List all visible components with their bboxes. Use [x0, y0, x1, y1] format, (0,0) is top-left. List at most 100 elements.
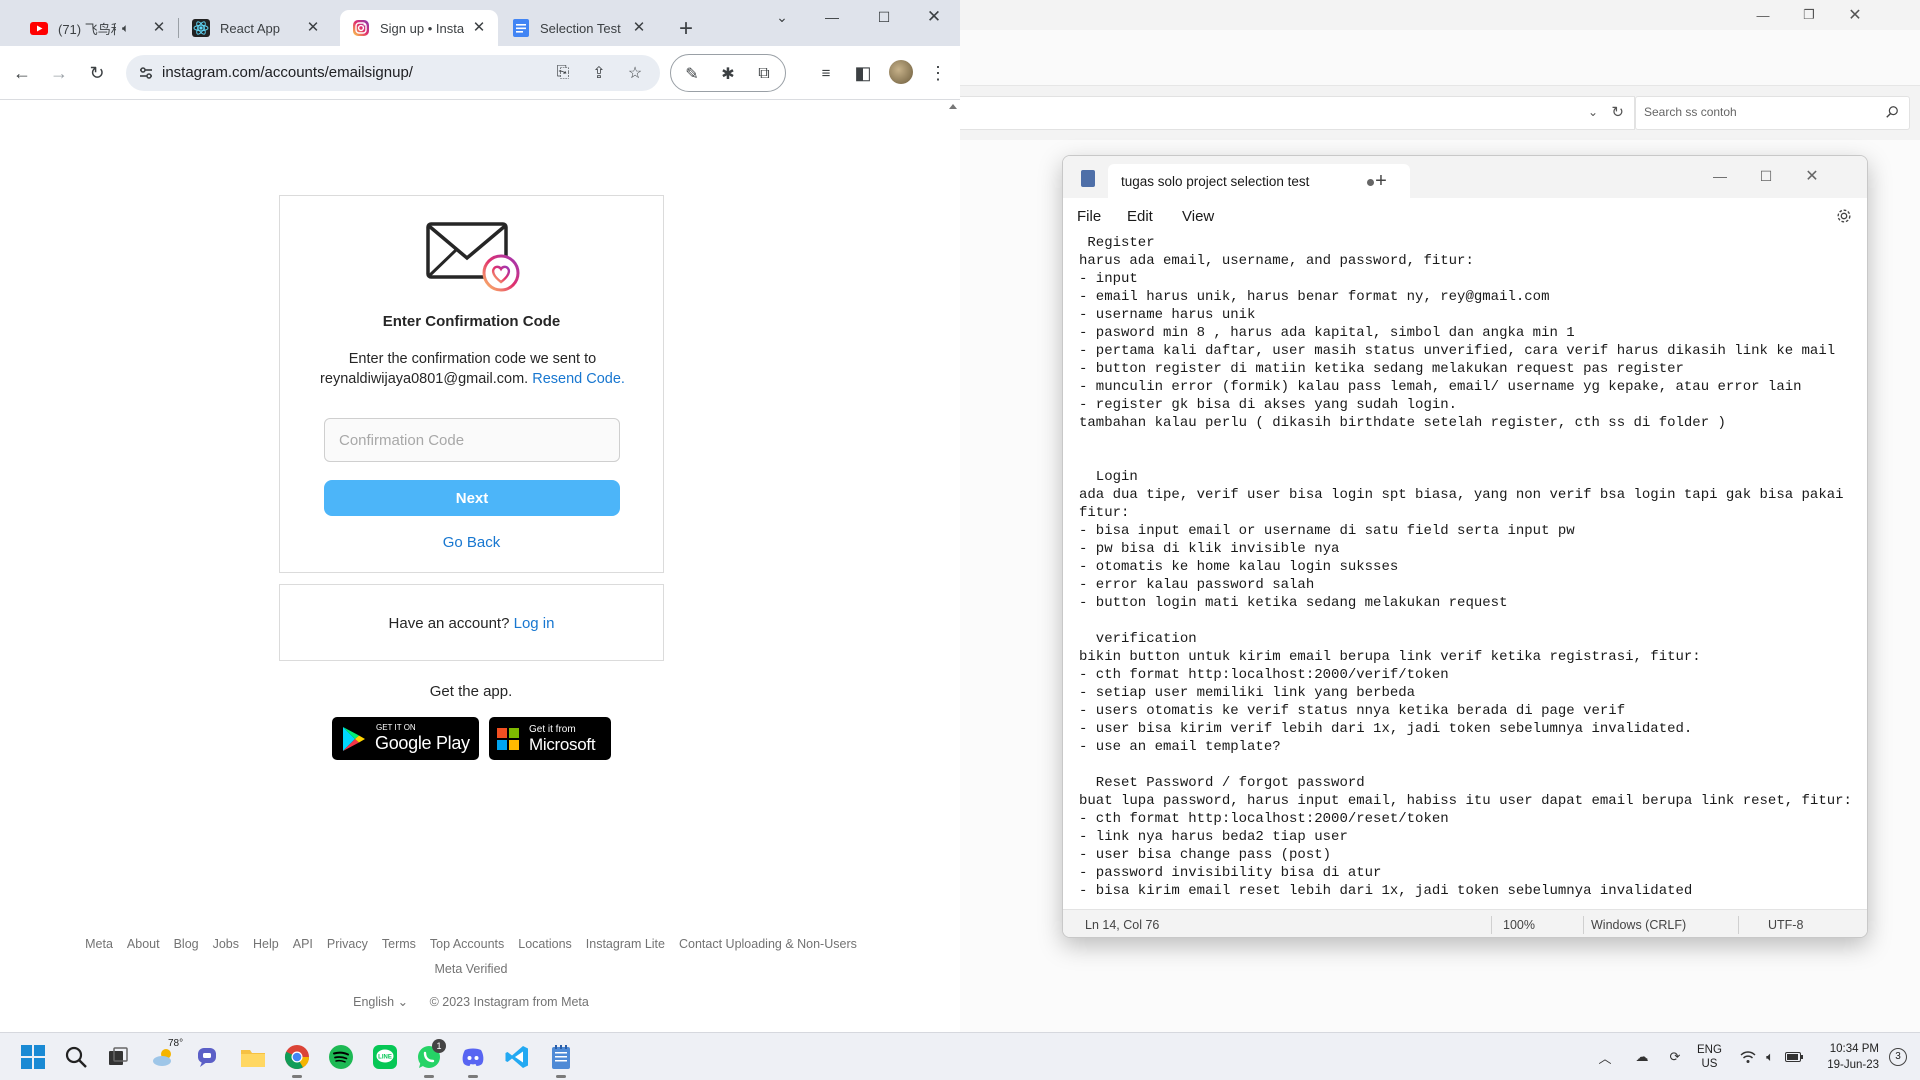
reload-button[interactable]: ↻	[83, 59, 111, 87]
microsoft-big-text: Microsoft	[529, 735, 596, 754]
explorer-address-bar[interactable]: ⌄ ↻	[960, 96, 1635, 130]
maximize-button[interactable]: ☐	[858, 0, 910, 34]
instagram-icon	[352, 19, 370, 37]
back-button[interactable]: ←	[8, 59, 36, 87]
next-button[interactable]: Next	[324, 480, 620, 516]
refresh-icon[interactable]: ↻	[1611, 103, 1624, 121]
footer-link[interactable]: Terms	[382, 937, 416, 951]
volume-icon[interactable]: 🔈︎	[1760, 1047, 1780, 1067]
address-bar[interactable]: instagram.com/accounts/emailsignup/ ⎘ ⇪ …	[126, 55, 660, 91]
notepad-tab[interactable]: tugas solo project selection test	[1108, 164, 1410, 198]
footer-link[interactable]: Contact Uploading & Non-Users	[679, 937, 857, 951]
restore-button[interactable]: ❐	[1786, 0, 1832, 30]
clock[interactable]: 10:34 PM 19-Jun-23	[1817, 1041, 1879, 1073]
microsoft-badge[interactable]: Get it from Microsoft	[489, 717, 611, 760]
eyedropper-extension-icon[interactable]: ✎	[681, 63, 703, 85]
media-control-icon[interactable]: ≡	[812, 59, 840, 87]
minimize-button[interactable]: —	[806, 0, 858, 34]
input-language-indicator[interactable]: ENG US	[1697, 1043, 1722, 1071]
bookmark-star-icon[interactable]: ☆	[624, 62, 646, 84]
chrome-menu-icon[interactable]: ⋮	[924, 59, 952, 87]
weather-widget[interactable]: 78°	[148, 1038, 183, 1073]
tab-label: React App	[220, 20, 280, 36]
footer-link[interactable]: Instagram Lite	[586, 937, 665, 951]
notepad-taskbar-button[interactable]	[545, 1041, 577, 1078]
extensions-puzzle-icon[interactable]: ⧉	[753, 63, 775, 85]
onedrive-cloud-icon[interactable]: ☁	[1632, 1047, 1652, 1067]
minimize-button[interactable]: —	[1740, 0, 1786, 30]
start-button[interactable]	[17, 1041, 49, 1073]
notepad-text-area[interactable]: Register harus ada email, username, and …	[1079, 234, 1859, 899]
line-app-button[interactable]: LINE	[369, 1041, 401, 1073]
footer-link[interactable]: About	[127, 937, 160, 951]
footer-link[interactable]: Privacy	[327, 937, 368, 951]
taskbar-search-button[interactable]	[60, 1041, 92, 1073]
maximize-button[interactable]: ☐	[1743, 162, 1789, 190]
confirmation-code-input[interactable]	[324, 418, 620, 462]
google-play-badge[interactable]: GET IT ON Google Play	[332, 717, 479, 760]
chevron-down-icon[interactable]: ⌄	[1588, 105, 1598, 119]
docs-icon	[512, 19, 530, 37]
wifi-icon[interactable]	[1738, 1047, 1758, 1067]
close-button[interactable]: ✕	[1789, 162, 1835, 190]
scroll-up-arrow-icon[interactable]	[949, 104, 957, 109]
vscode-button[interactable]	[501, 1041, 533, 1073]
discord-button[interactable]	[457, 1041, 489, 1078]
language-select[interactable]: English ⌄	[353, 995, 408, 1009]
url-text[interactable]: instagram.com/accounts/emailsignup/	[162, 64, 413, 81]
site-info-icon[interactable]	[134, 61, 158, 85]
footer-link[interactable]: API	[293, 937, 313, 951]
install-app-icon[interactable]: ⎘	[552, 62, 574, 84]
minimize-button[interactable]: —	[1697, 162, 1743, 190]
footer-link[interactable]: Meta	[85, 937, 113, 951]
close-icon[interactable]: ✕	[470, 19, 488, 37]
language-code: ENG	[1697, 1044, 1722, 1056]
explorer-search[interactable]	[1635, 96, 1910, 130]
task-view-icon	[109, 1047, 128, 1065]
close-icon[interactable]: ✕	[304, 19, 322, 37]
close-button[interactable]: ✕	[1832, 0, 1878, 30]
tab-react-app[interactable]: React App ✕	[180, 10, 332, 46]
side-panel-icon[interactable]: ◧	[849, 59, 877, 87]
chrome-taskbar-button[interactable]	[281, 1041, 313, 1078]
whatsapp-button[interactable]: 1	[413, 1039, 446, 1078]
page-title: Enter Confirmation Code	[382, 313, 561, 330]
bug-extension-icon[interactable]: ✱	[717, 63, 739, 85]
menu-view[interactable]: View	[1182, 208, 1214, 225]
tab-youtube[interactable]: (71) 飞鸟和 🔈︎ ✕	[18, 10, 178, 46]
page-scrollbar[interactable]	[947, 100, 960, 1032]
teams-chat-button[interactable]	[192, 1041, 224, 1073]
menu-edit[interactable]: Edit	[1127, 208, 1153, 225]
footer-link[interactable]: Locations	[518, 937, 572, 951]
footer-link[interactable]: Top Accounts	[430, 937, 504, 951]
go-back-link[interactable]: Go Back	[280, 534, 663, 551]
new-tab-button[interactable]: +	[1367, 169, 1395, 193]
close-icon[interactable]: ✕	[150, 19, 168, 37]
footer-link[interactable]: Blog	[174, 937, 199, 951]
close-icon[interactable]: ✕	[630, 19, 648, 37]
battery-icon[interactable]	[1784, 1047, 1804, 1067]
gear-icon[interactable]	[1835, 207, 1853, 225]
close-button[interactable]: ✕	[908, 0, 960, 34]
footer-link[interactable]: Jobs	[213, 937, 239, 951]
speaker-icon[interactable]: 🔈︎	[122, 21, 129, 36]
spotify-button[interactable]	[325, 1041, 357, 1073]
forward-button[interactable]: →	[45, 59, 73, 87]
footer-link[interactable]: Help	[253, 937, 279, 951]
new-tab-button[interactable]: +	[670, 14, 702, 46]
sync-icon[interactable]: ⟳	[1665, 1047, 1685, 1067]
explorer-search-input[interactable]	[1644, 105, 1874, 119]
file-explorer-button[interactable]	[237, 1041, 269, 1073]
login-link[interactable]: Log in	[514, 615, 555, 632]
tab-instagram-signup[interactable]: Sign up • Instag ✕	[340, 10, 498, 46]
show-hidden-icons-chevron-icon[interactable]: ︿	[1595, 1047, 1615, 1067]
notification-center-badge[interactable]: 3	[1889, 1048, 1907, 1066]
share-icon[interactable]: ⇪	[588, 62, 610, 84]
tab-selection-test[interactable]: Selection Test B ✕	[500, 10, 658, 46]
resend-code-link[interactable]: Resend Code.	[532, 371, 625, 387]
tab-search-button[interactable]: ⌄	[756, 0, 808, 34]
footer-link[interactable]: Meta Verified	[435, 962, 508, 976]
menu-file[interactable]: File	[1077, 208, 1101, 225]
profile-avatar[interactable]	[889, 60, 913, 84]
task-view-button[interactable]	[102, 1041, 134, 1073]
